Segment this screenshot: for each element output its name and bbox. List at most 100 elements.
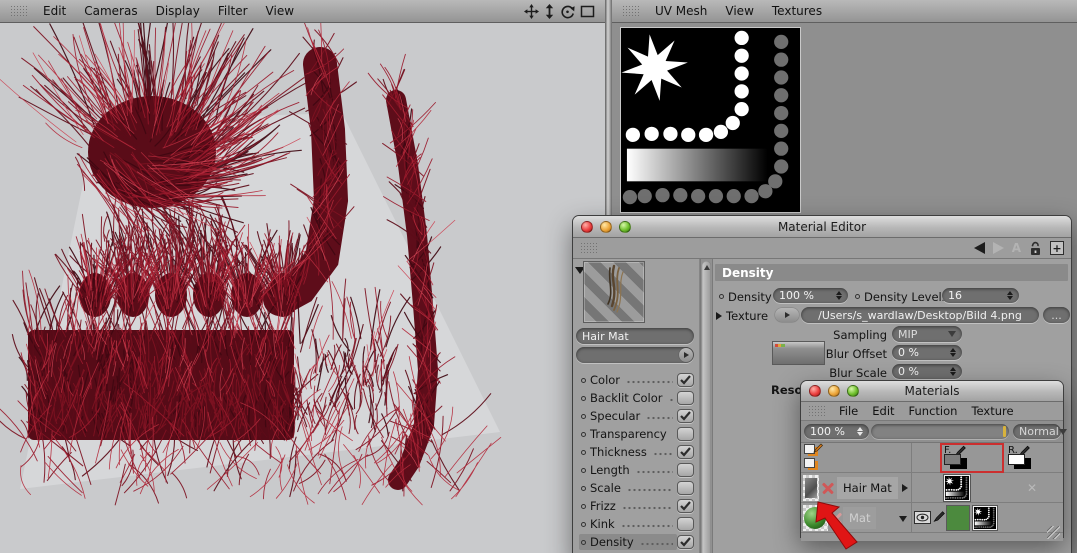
channel-thickness[interactable]: Thickness: [573, 443, 699, 461]
hair-render-canvas[interactable]: [0, 23, 605, 553]
zoom-button[interactable]: [619, 221, 631, 233]
dotted-leader: [653, 449, 673, 459]
visibility-toggle[interactable]: [914, 511, 931, 524]
back-icon[interactable]: [974, 242, 985, 254]
channel-checkbox[interactable]: [677, 535, 694, 549]
expand-triangle-icon[interactable]: [716, 312, 722, 320]
menu-item-function[interactable]: Function: [909, 404, 958, 418]
browse-button[interactable]: ...: [1043, 307, 1070, 323]
channel-checkbox[interactable]: [677, 373, 694, 387]
forward-icon: [993, 242, 1004, 254]
material-name[interactable]: Hair Mat: [837, 477, 898, 499]
texture-path-field[interactable]: /Users/s_wardlaw/Desktop/Bild 4.png: [801, 307, 1039, 323]
zoom-level-input[interactable]: 100 %: [804, 424, 869, 439]
menubar-grip-icon[interactable]: [808, 405, 825, 418]
density-input[interactable]: 100 %: [773, 288, 848, 303]
blur-scale-input[interactable]: 0 %: [892, 364, 962, 379]
minimize-button[interactable]: [600, 221, 612, 233]
blend-mode-dropdown[interactable]: Normal: [1013, 424, 1061, 439]
materials-titlebar[interactable]: Materials: [801, 381, 1063, 402]
menu-item-file[interactable]: File: [839, 404, 858, 418]
color-channel-swatch[interactable]: [946, 505, 970, 531]
texture-channel-thumbnail[interactable]: [973, 506, 997, 530]
material-editor-titlebar[interactable]: Material Editor: [573, 216, 1071, 238]
channel-density[interactable]: Density: [573, 533, 699, 551]
menu-item-texture[interactable]: Texture: [971, 404, 1013, 418]
sampling-dropdown[interactable]: MIP: [892, 326, 962, 342]
stepper-arrows-icon[interactable]: [1003, 291, 1013, 300]
channel-length[interactable]: Length: [573, 461, 699, 479]
dotted-leader: [640, 539, 673, 549]
stepper-arrows-icon[interactable]: [853, 427, 863, 436]
menu-item-view[interactable]: View: [266, 4, 294, 18]
foreground-color-chip[interactable]: F.: [942, 445, 1002, 471]
scrollbar-thumb[interactable]: [702, 261, 711, 553]
blur-offset-input[interactable]: 0 %: [892, 345, 962, 360]
material-list-scrollbar[interactable]: [700, 259, 713, 553]
channel-bullet-icon: [581, 396, 586, 401]
menu-item-display[interactable]: Display: [156, 4, 200, 18]
zoom-button[interactable]: [847, 385, 859, 397]
channel-checkbox[interactable]: [677, 517, 694, 531]
pen-icon[interactable]: [933, 510, 945, 523]
density-levels-input[interactable]: 16: [942, 288, 1019, 303]
menu-item-filter[interactable]: Filter: [218, 4, 248, 18]
channel-checkbox[interactable]: [677, 463, 694, 477]
param-bullet-icon: [719, 294, 724, 299]
menu-item-view[interactable]: View: [725, 4, 753, 18]
menu-item-cameras[interactable]: Cameras: [84, 4, 137, 18]
channel-scale[interactable]: Scale: [573, 479, 699, 497]
channel-frizz[interactable]: Frizz: [573, 497, 699, 515]
maximize-icon[interactable]: [580, 5, 595, 18]
add-icon[interactable]: +: [1050, 241, 1064, 255]
panel-grip-icon[interactable]: [10, 5, 27, 18]
menu-item-edit[interactable]: Edit: [872, 404, 894, 418]
material-preview[interactable]: [583, 261, 645, 323]
toolbar-grip-icon[interactable]: [580, 242, 597, 255]
channel-bullet-icon: [581, 540, 586, 545]
channel-label: Kink: [590, 517, 615, 531]
layer-icon[interactable]: [804, 458, 822, 472]
texture-channel-thumbnail[interactable]: [944, 475, 970, 501]
channel-checkbox[interactable]: [677, 391, 694, 405]
shader-expand-icon[interactable]: [679, 348, 693, 362]
texture-menu-button[interactable]: [775, 308, 799, 322]
dotted-leader: [669, 395, 674, 405]
channel-kink[interactable]: Kink: [573, 515, 699, 533]
channel-checkbox[interactable]: [677, 499, 694, 513]
opacity-slider[interactable]: [871, 424, 1009, 439]
paint-layer-icon[interactable]: [804, 444, 822, 458]
move-icon[interactable]: [524, 4, 539, 19]
material-name-field[interactable]: Hair Mat: [576, 328, 694, 344]
rotate-icon[interactable]: [560, 4, 575, 19]
menu-item-textures[interactable]: Textures: [772, 4, 822, 18]
channel-specular[interactable]: Specular: [573, 407, 699, 425]
expand-down-icon[interactable]: [899, 516, 907, 522]
resize-grip[interactable]: [1047, 526, 1060, 539]
minimize-button[interactable]: [828, 385, 840, 397]
scale-icon[interactable]: [544, 4, 555, 19]
channel-color[interactable]: Color: [573, 371, 699, 389]
shader-field[interactable]: [576, 347, 694, 363]
close-button[interactable]: [581, 221, 593, 233]
menu-item-edit[interactable]: Edit: [43, 4, 66, 18]
stepper-arrows-icon[interactable]: [946, 348, 956, 357]
channel-label: Length: [590, 463, 630, 477]
lock-icon[interactable]: [1029, 241, 1042, 256]
channel-checkbox[interactable]: [677, 445, 694, 459]
channel-backlit-color[interactable]: Backlit Color: [573, 389, 699, 407]
materials-toolbar: 100 % Normal: [801, 421, 1063, 443]
delete-x-icon[interactable]: [822, 482, 834, 494]
panel-grip-icon[interactable]: [622, 5, 639, 18]
background-color-chip[interactable]: R.: [1006, 445, 1062, 471]
stepper-arrows-icon[interactable]: [832, 291, 842, 300]
channel-checkbox[interactable]: [677, 481, 694, 495]
expand-right-icon[interactable]: [902, 484, 908, 492]
channel-checkbox[interactable]: [677, 427, 694, 441]
channel-checkbox[interactable]: [677, 409, 694, 423]
menu-item-uv-mesh[interactable]: UV Mesh: [655, 4, 707, 18]
uv-texture-image[interactable]: [620, 27, 801, 213]
close-button[interactable]: [809, 385, 821, 397]
channel-transparency[interactable]: Transparency: [573, 425, 699, 443]
stepper-arrows-icon[interactable]: [946, 367, 956, 376]
